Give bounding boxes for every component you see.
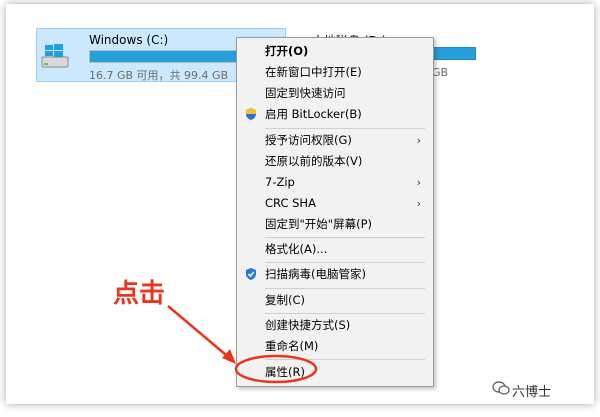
annotation-overlay [167,305,318,384]
wechat-logo-icon [492,381,510,395]
annotation-highlight-ellipse [234,354,318,384]
annotation-arrowhead-icon [222,349,236,364]
annotation-arrow-line [167,305,233,361]
watermark-text: 六博士 [512,385,552,400]
